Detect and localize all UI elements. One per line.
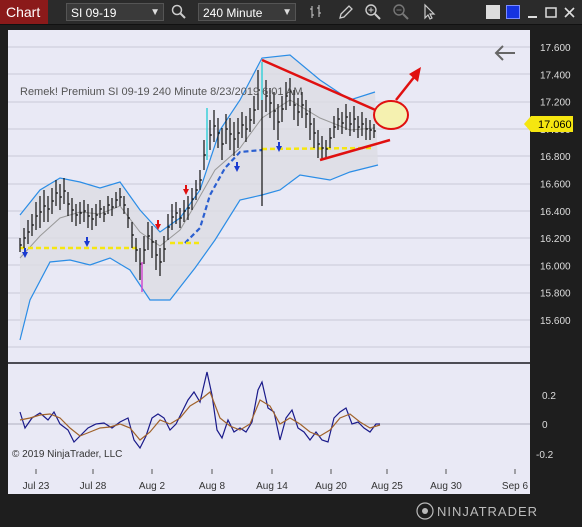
price-tick-label: 16.200 — [540, 234, 571, 245]
minimize-icon[interactable] — [524, 4, 542, 22]
footer-graphic: NINJATRADER — [416, 502, 538, 520]
interval-selector[interactable]: 240 Minute ▼ — [198, 3, 296, 21]
close-icon[interactable] — [561, 4, 579, 22]
price-tick-label: 15.600 — [540, 316, 571, 327]
breakout-circle — [373, 100, 409, 130]
price-tick-label: 16.000 — [540, 261, 571, 272]
instrument-value: SI 09-19 — [71, 6, 117, 20]
date-tick-label: Aug 30 — [430, 481, 462, 492]
chart-toolbar: Chart SI 09-19 ▼ 240 Minute ▼ — [0, 0, 582, 25]
price-tick-label: 16.400 — [540, 207, 571, 218]
price-tick-label: 16.600 — [540, 180, 571, 191]
zoom-in-icon[interactable] — [364, 3, 382, 21]
chart-panel[interactable]: Remek! Premium SI 09-19 240 Minute 8/23/… — [0, 25, 582, 497]
date-tick-label: Aug 14 — [256, 481, 288, 492]
instrument-selector[interactable]: SI 09-19 ▼ — [66, 3, 164, 21]
date-tick-label: Aug 8 — [199, 481, 226, 492]
chart-title: Remek! Premium SI 09-19 240 Minute 8/23/… — [20, 86, 303, 98]
price-tick-label: 17.200 — [540, 98, 571, 109]
color-swatch-white[interactable] — [486, 5, 500, 19]
search-icon[interactable] — [170, 3, 188, 21]
pointer-icon[interactable] — [420, 3, 438, 21]
maximize-icon[interactable] — [542, 4, 560, 22]
chevron-down-icon: ▼ — [282, 7, 292, 18]
date-tick-label: Jul 28 — [80, 481, 107, 492]
bar-type-icon[interactable] — [308, 3, 326, 21]
logo-center — [422, 508, 428, 514]
price-tick-label: 17.400 — [540, 70, 571, 81]
interval-value: 240 Minute — [203, 6, 263, 20]
price-tick-label: 15.800 — [540, 289, 571, 300]
pencil-icon[interactable] — [337, 3, 355, 21]
price-tick-label: 17.600 — [540, 43, 571, 54]
date-tick-label: Aug 2 — [139, 481, 166, 492]
copyright-text: © 2019 NinjaTrader, LLC — [12, 449, 122, 460]
date-tick-label: Jul 23 — [23, 481, 50, 492]
osc-tick-label: 0 — [542, 420, 548, 431]
last-price-label: 17.060 — [538, 119, 572, 131]
zoom-out-icon[interactable] — [392, 3, 410, 21]
osc-tick-label: -0.2 — [536, 450, 554, 461]
price-tick-label: 16.800 — [540, 152, 571, 163]
osc-tick-label: 0.2 — [542, 391, 556, 402]
chart-canvas[interactable]: Remek! Premium SI 09-19 240 Minute 8/23/… — [0, 25, 582, 497]
brand-text: NINJATRADER — [437, 504, 538, 519]
date-tick-label: Sep 6 — [502, 481, 529, 492]
status-footer: NINJATRADER — [0, 497, 582, 522]
chevron-down-icon: ▼ — [150, 7, 160, 18]
color-swatch-blue[interactable] — [506, 5, 520, 19]
tab-chart[interactable]: Chart — [0, 0, 48, 24]
date-tick-label: Aug 20 — [315, 481, 347, 492]
date-tick-label: Aug 25 — [371, 481, 403, 492]
